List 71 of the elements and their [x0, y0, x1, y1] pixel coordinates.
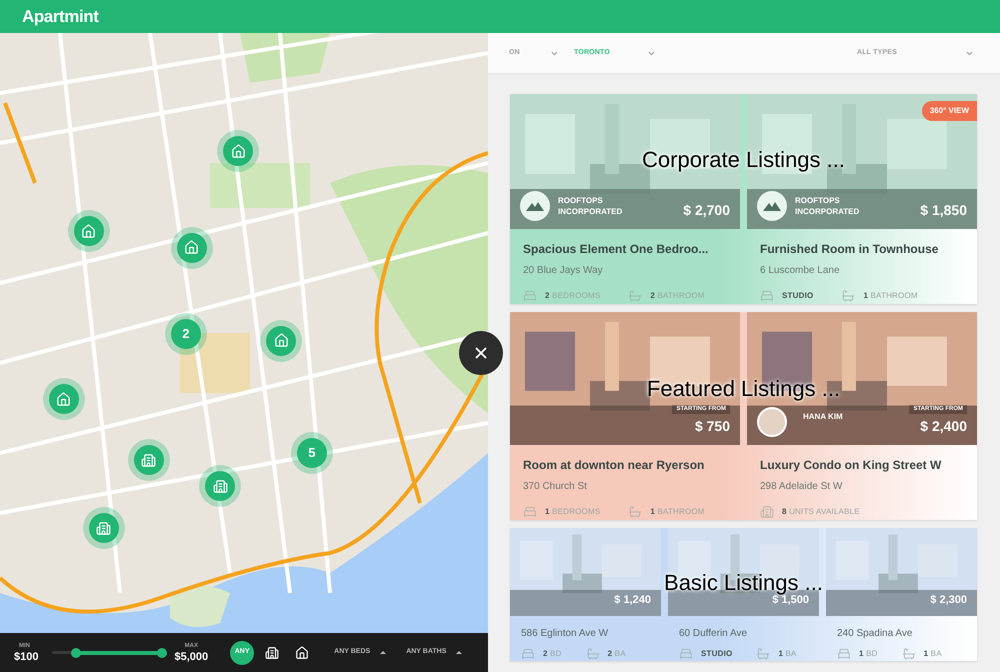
bath-icon: [586, 647, 600, 661]
price: $ 1,850: [920, 201, 967, 220]
feature-text: 1 BD: [859, 648, 878, 660]
listing-address: 6 Luscombe Lane: [760, 264, 841, 278]
building-icon: [96, 520, 112, 536]
listing-address: 298 Adelaide St W: [760, 480, 844, 494]
mountain-icon: [763, 201, 781, 211]
bath-icon: [628, 289, 642, 303]
feature-text: 1 BEDROOMS: [545, 506, 600, 518]
bed-icon: [523, 505, 537, 519]
section-label: Corporate Listings ...: [642, 149, 845, 171]
mountain-icon: [526, 201, 544, 211]
bath-icon: [628, 505, 642, 519]
bath-icon: [756, 647, 770, 661]
listing-title: Room at downton near Ryerson: [523, 457, 706, 474]
building-icon: [141, 452, 156, 468]
building-icon: [760, 505, 774, 519]
listing-title: Furnished Room in Townhouse: [760, 241, 940, 258]
section-label: Basic Listings ...: [664, 572, 823, 594]
house-icon: [274, 333, 289, 348]
price: $ 2,400: [920, 417, 967, 436]
feature-text: 2 BD: [543, 648, 562, 660]
view-badge: 360° VIEW: [922, 101, 977, 121]
building-icon: [212, 478, 228, 494]
house-icon: [56, 392, 72, 406]
house-icon: [184, 240, 200, 256]
min-price: $100: [14, 652, 38, 662]
feature-text: 8 UNITS AVAILABLE: [782, 506, 860, 518]
close-button[interactable]: [459, 331, 503, 375]
feature-text: 1 BA: [924, 648, 942, 660]
agent-name: HANA KIM: [803, 411, 843, 423]
house-icon: [295, 646, 310, 660]
listing-title: Spacious Element One Bedroo...: [523, 241, 710, 258]
feature-text: 2 BATHROOM: [650, 290, 705, 302]
listing-address: 370 Church St: [523, 480, 588, 494]
feature-text: 2 BEDROOMS: [545, 290, 600, 302]
feature-text: 1 BATHROOM: [863, 290, 918, 302]
bath-icon: [902, 647, 916, 661]
feature-text: 1 BATHROOM: [650, 506, 705, 518]
caret-icon: [456, 651, 462, 654]
feature-text: 1 BA: [778, 648, 797, 660]
price: $ 1,240: [614, 592, 651, 608]
caret-icon: [380, 651, 386, 654]
feature-text: STUDIO: [782, 290, 814, 302]
listing-address: 586 Eglinton Ave W: [521, 627, 610, 641]
feature-text: 2 BA: [608, 648, 626, 660]
bath-icon: [841, 289, 856, 303]
price: $ 1,500: [772, 594, 809, 608]
price: $ 2,300: [930, 592, 967, 608]
company-name: ROOFTOPS INCORPORATED: [795, 195, 860, 217]
bed-icon: [837, 647, 851, 661]
max-price: $5,000: [174, 652, 208, 662]
slider-handle[interactable]: [157, 648, 168, 658]
bed-icon: [523, 289, 537, 303]
house-icon: [81, 224, 96, 238]
listing-title: Luxury Condo on King Street W: [760, 457, 942, 474]
listing-address: 60 Dufferin Ave: [679, 627, 748, 641]
section-label: Featured Listings ...: [646, 378, 840, 400]
bed-icon: [521, 647, 535, 661]
bed-icon: [760, 289, 774, 303]
price: $ 2,700: [683, 201, 730, 220]
bed-icon: [679, 647, 693, 661]
listing-address: 20 Blue Jays Way: [523, 264, 604, 278]
listing-address: 240 Spadina Ave: [837, 627, 914, 641]
building-icon: [265, 646, 280, 660]
price: $ 750: [694, 417, 730, 436]
map[interactable]: 2 5: [0, 33, 488, 633]
company-name: ROOFTOPS INCORPORATED: [558, 195, 624, 217]
house-icon: [230, 144, 246, 159]
logo[interactable]: Apartmint: [22, 4, 98, 30]
feature-text: STUDIO: [701, 648, 732, 660]
